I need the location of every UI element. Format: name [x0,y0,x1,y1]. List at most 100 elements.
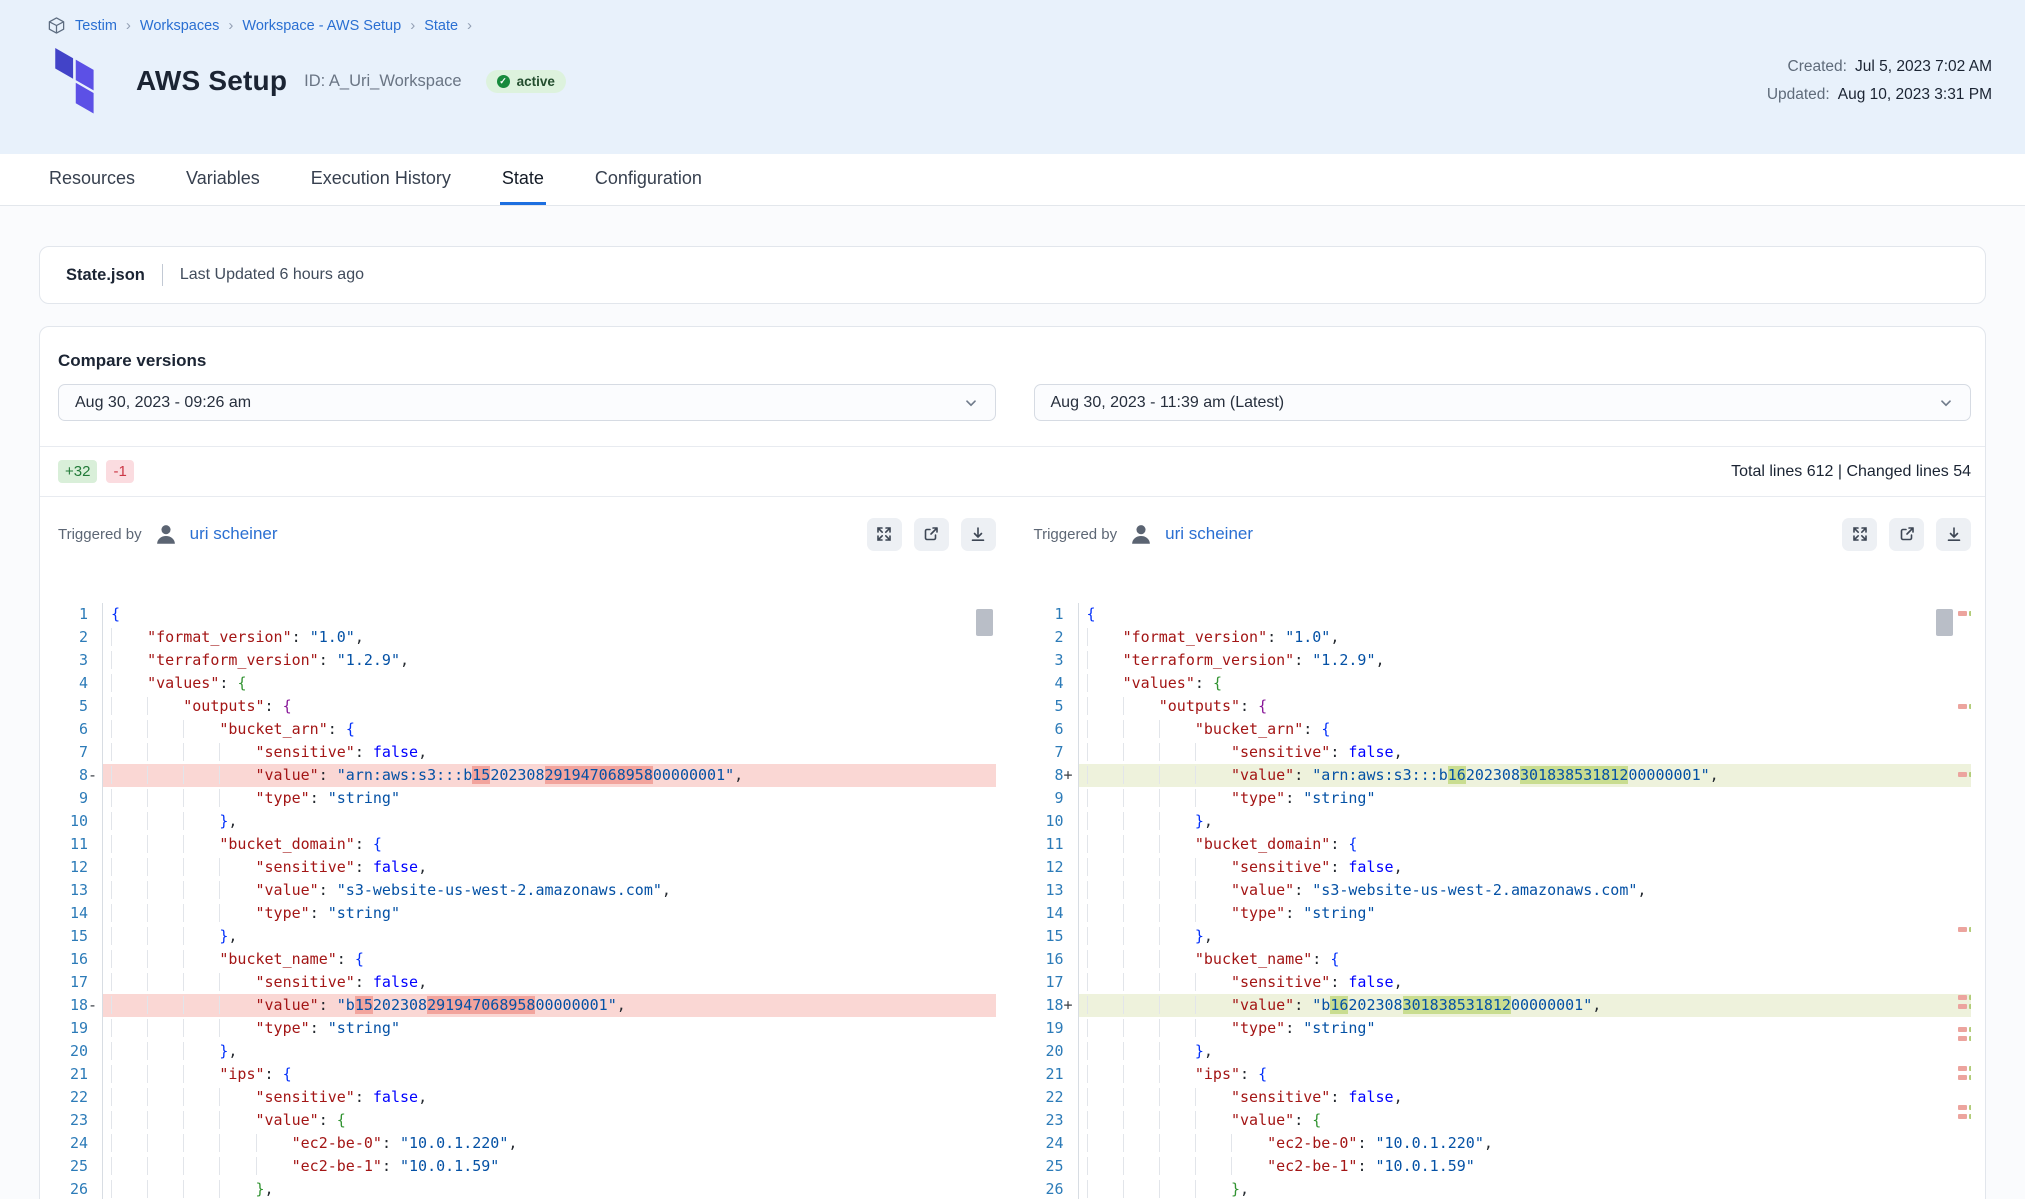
indent-guide [147,766,183,784]
breadcrumb-link-testim[interactable]: Testim [75,18,117,34]
code-line-4: 4 "values": { [58,672,996,695]
minimap-removed-bar [1958,772,1967,777]
gutter: 11 [1034,833,1079,856]
indent-guide [1123,835,1159,853]
diff-marker [88,1017,101,1040]
line-number: 3 [58,649,88,672]
expand-button[interactable] [1842,518,1877,551]
breadcrumb-separator: › [467,17,472,34]
diff-marker [88,1109,101,1132]
indent-guide [1123,697,1159,715]
indent-guide [183,743,219,761]
panel-actions [1842,518,1971,551]
code-text: "bucket_name": { [103,948,996,971]
minimap-mark [1958,1004,1971,1009]
line-number: 11 [1034,833,1064,856]
open-external-icon [922,525,940,543]
version-select-right[interactable]: Aug 30, 2023 - 11:39 am (Latest) [1034,384,1972,421]
expand-button[interactable] [867,518,902,551]
code-line-2: 2 "format_version": "1.0", [58,626,996,649]
scrollbar-thumb[interactable] [976,609,993,636]
breadcrumb-link-workspaces[interactable]: Workspaces [140,18,220,34]
version-select-left[interactable]: Aug 30, 2023 - 09:26 am [58,384,996,421]
state-code-left[interactable]: 1{2 "format_version": "1.0",3 "terraform… [58,603,996,1199]
tab-state[interactable]: State [500,154,546,205]
scrollbar-thumb[interactable] [1936,609,1953,636]
download-button[interactable] [961,518,996,551]
code-line-22: 22 "sensitive": false, [1034,1086,1972,1109]
tab-configuration[interactable]: Configuration [593,154,704,205]
minimap-removed-bar [1958,1075,1967,1080]
indent-guide [1087,697,1123,715]
tab-execution-history[interactable]: Execution History [309,154,453,205]
indent-guide [147,812,183,830]
indent-guide [1195,881,1231,899]
code-text: "type": "string" [103,1017,996,1040]
indent-guide [1195,789,1231,807]
indent-guide [183,720,219,738]
indent-guide [1159,1088,1195,1106]
line-number: 4 [58,672,88,695]
page: Testim›Workspaces›Workspace - AWS Setup›… [0,0,2025,1199]
gutter: 21 [1034,1063,1079,1086]
indent-guide [1159,835,1195,853]
indent-guide [1159,881,1195,899]
indent-guide [1087,720,1123,738]
triggered-by-row: Triggered by uri scheiner [1034,511,1972,557]
minimap-removed-bar [1958,1114,1967,1119]
diff-marker [1064,1132,1077,1155]
gutter: 19 [1034,1017,1079,1040]
indent-guide [111,1111,147,1129]
indent-guide [111,812,147,830]
download-button[interactable] [1936,518,1971,551]
gutter: 12 [1034,856,1079,879]
indent-guide [111,651,147,669]
breadcrumb-link-state[interactable]: State [424,18,458,34]
line-number: 16 [1034,948,1064,971]
gutter: 20 [1034,1040,1079,1063]
user-link[interactable]: uri scheiner [1165,524,1253,544]
download-icon [969,525,987,543]
indent-guide [1123,858,1159,876]
diff-marker [88,948,101,971]
minimap-removed-bar [1958,1027,1967,1032]
diff-marker [88,902,101,925]
gutter: 9 [58,787,103,810]
state-code-right[interactable]: 1{2 "format_version": "1.0",3 "terraform… [1034,603,1972,1199]
indent-guide [147,858,183,876]
diff-marker [1064,948,1077,971]
breadcrumb-link-workspace-aws-setup[interactable]: Workspace - AWS Setup [242,18,401,34]
indent-guide [147,973,183,991]
tab-resources[interactable]: Resources [47,154,137,205]
indent-guide [1123,1042,1159,1060]
indent-guide [219,1019,255,1037]
indent-guide [219,1134,255,1152]
code-line-18: 18- "value": "b1520230829194706895800000… [58,994,996,1017]
gutter: 2 [58,626,103,649]
minimap-removed-bar [1958,1004,1967,1009]
triggered-by-label: Triggered by [1034,526,1118,543]
tab-variables[interactable]: Variables [184,154,262,205]
open-external-button[interactable] [914,518,949,551]
user-link[interactable]: uri scheiner [190,524,278,544]
diff-marker [1064,1063,1077,1086]
code-text: }, [103,1040,996,1063]
indent-guide [147,835,183,853]
code-line-5: 5 "outputs": { [1034,695,1972,718]
line-number: 5 [58,695,88,718]
line-number: 18 [1034,994,1064,1017]
diff-marker [1064,856,1077,879]
code-text: "value": { [103,1109,996,1132]
code-line-4: 4 "values": { [1034,672,1972,695]
indent-guide [1087,789,1123,807]
diff-marker [88,603,101,626]
diff-marker [88,1132,101,1155]
code-text: "value": "s3-website-us-west-2.amazonaws… [1079,879,1972,902]
indent-guide [147,904,183,922]
diff-marker [88,1063,101,1086]
indent-guide [1159,858,1195,876]
code-line-5: 5 "outputs": { [58,695,996,718]
code-text: "terraform_version": "1.2.9", [103,649,996,672]
minimap-added-bar [1969,1036,1971,1041]
open-external-button[interactable] [1889,518,1924,551]
